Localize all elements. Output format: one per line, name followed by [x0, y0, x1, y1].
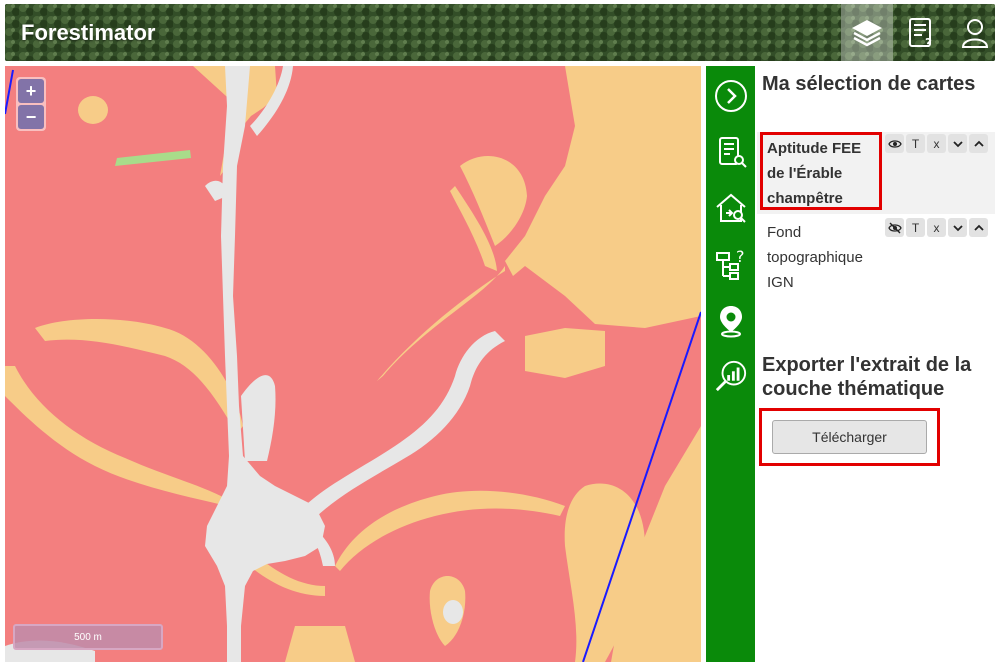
station-search-icon [716, 193, 746, 223]
scale-bar: 500 m [13, 624, 163, 650]
user-button[interactable] [949, 4, 995, 61]
toggle-visibility-button[interactable] [885, 134, 904, 153]
layers-button[interactable] [841, 4, 893, 61]
chevron-down-icon [952, 224, 963, 231]
move-up-button[interactable] [969, 134, 988, 153]
move-down-button[interactable] [948, 218, 967, 237]
header-bar: Forestimator ? [5, 4, 995, 61]
transparency-button[interactable]: T [906, 218, 925, 237]
app-window: Forestimator ? + − 500 m ? Ma sélection … [0, 0, 1000, 666]
suitability-map-layer [5, 66, 701, 662]
location-pin-icon [720, 306, 742, 338]
eye-slash-icon [887, 222, 902, 233]
layer-controls: T x [885, 218, 988, 237]
zoom-in-button[interactable]: + [18, 79, 44, 103]
decision-tree-help-button[interactable]: ? [714, 248, 748, 282]
layer-row: Aptitude FEE de l'Érable champêtre T x [757, 132, 995, 214]
decision-tree-help-icon: ? [716, 248, 745, 280]
catalog-search-icon [719, 137, 747, 168]
map-view[interactable]: + − 500 m [5, 66, 701, 662]
toggle-visibility-button[interactable] [885, 218, 904, 237]
svg-text:?: ? [736, 248, 745, 266]
catalog-icon: ? [909, 17, 932, 50]
layer-name[interactable]: Aptitude FEE de l'Érable champêtre [767, 136, 877, 211]
analysis-chart-icon [715, 360, 747, 392]
remove-layer-button[interactable]: x [927, 218, 946, 237]
remove-layer-button[interactable]: x [927, 134, 946, 153]
app-title: Forestimator [21, 20, 156, 45]
download-button[interactable]: Télécharger [772, 420, 927, 454]
move-down-button[interactable] [948, 134, 967, 153]
tool-sidebar: ? [706, 66, 755, 662]
scale-label: 500 m [74, 632, 102, 643]
export-title: Exporter l'extrait de la couche thématiq… [762, 354, 972, 400]
eye-icon [887, 139, 902, 148]
layers-icon [852, 19, 882, 46]
move-up-button[interactable] [969, 218, 988, 237]
zoom-out-button[interactable]: − [18, 105, 44, 129]
transparency-button[interactable]: T [906, 134, 925, 153]
analysis-button[interactable] [714, 359, 748, 393]
location-button[interactable] [714, 304, 748, 338]
collapse-panel-button[interactable] [714, 79, 748, 113]
layer-name[interactable]: Fond topographique IGN [767, 220, 877, 295]
user-icon [961, 18, 989, 48]
layer-panel: Ma sélection de cartes Aptitude FEE de l… [757, 66, 995, 662]
chevron-down-icon [952, 140, 963, 147]
layer-row: Fond topographique IGN T x [757, 216, 995, 298]
svg-text:?: ? [925, 36, 932, 50]
zoom-control: + − [16, 77, 46, 131]
catalog-button[interactable]: ? [895, 4, 947, 61]
layer-controls: T x [885, 134, 988, 153]
station-search-button[interactable] [714, 191, 748, 225]
selection-title: Ma sélection de cartes [762, 73, 976, 95]
chevron-up-icon [973, 140, 984, 147]
chevron-up-icon [973, 224, 984, 231]
collapse-arrow-icon [715, 80, 747, 112]
catalog-search-button[interactable] [714, 135, 748, 169]
